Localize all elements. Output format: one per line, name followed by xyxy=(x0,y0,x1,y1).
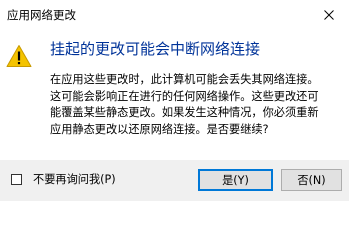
message-line: 能覆盖某些静态更改。如果发生这种情况，你必须重新 xyxy=(50,106,319,119)
apply-network-changes-dialog: 应用网络更改 挂起的更改可能会中断网络连接 在应用这些更改时，此计算机可能会丢失… xyxy=(0,0,349,201)
window-title: 应用网络更改 xyxy=(7,8,76,22)
dialog-footer: 不要再询问我(P) 是(Y) 否(N) xyxy=(0,160,349,201)
message-line: 这可能会影响正在进行的任何网络操作。这些更改还可 xyxy=(50,89,319,103)
warning-icon xyxy=(6,45,32,67)
message-line: 应用静态更改以还原网络连接。是否要继续? xyxy=(50,122,269,136)
dont-ask-again-label[interactable]: 不要再询问我(P) xyxy=(33,172,116,187)
title-bar: 应用网络更改 xyxy=(0,0,349,30)
dialog-content: 挂起的更改可能会中断网络连接 在应用这些更改时，此计算机可能会丢失其网络连接。 … xyxy=(0,30,349,160)
close-button[interactable] xyxy=(309,0,349,30)
dont-ask-again-checkbox[interactable] xyxy=(11,174,22,185)
yes-button[interactable]: 是(Y) xyxy=(198,169,273,191)
main-instruction: 挂起的更改可能会中断网络连接 xyxy=(50,40,261,58)
no-button[interactable]: 否(N) xyxy=(281,169,342,191)
message-line: 在应用这些更改时，此计算机可能会丢失其网络连接。 xyxy=(50,73,319,86)
message-body: 在应用这些更改时，此计算机可能会丢失其网络连接。 这可能会影响正在进行的任何网络… xyxy=(50,72,344,138)
close-icon xyxy=(324,10,334,20)
